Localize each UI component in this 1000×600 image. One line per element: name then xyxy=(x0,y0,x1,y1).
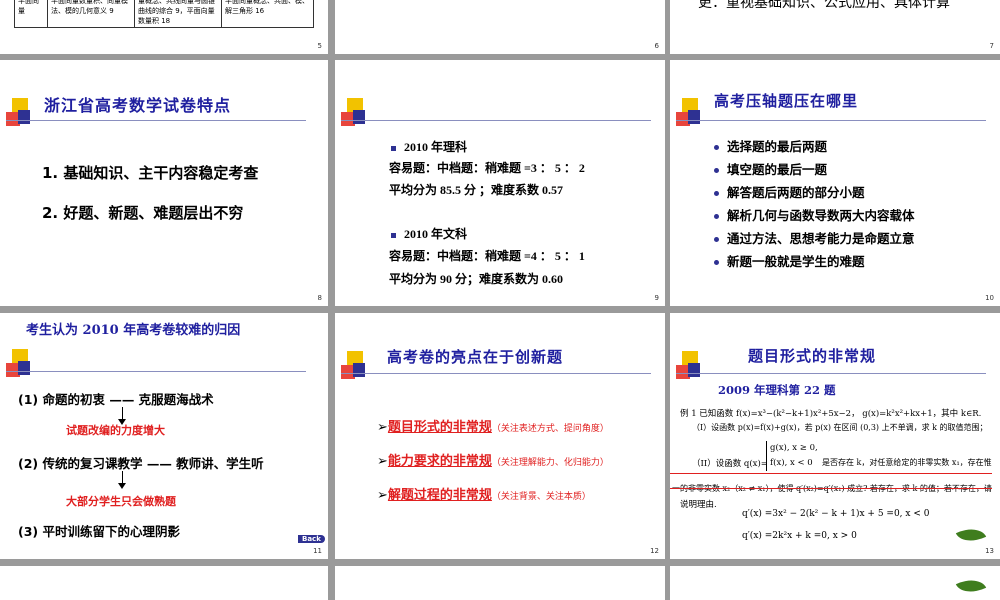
problem-line: g(x), x ≥ 0, f(x), x < 0 xyxy=(766,441,818,471)
bullet-icon xyxy=(391,232,396,238)
slide-number: 9 xyxy=(654,294,659,302)
problem-line: 例 1 已知函数 f(x)=x³−(k²−k+1)x²+5x−2， g(x)=k… xyxy=(680,409,982,419)
list-item: (1) 命题的初衷 —— 克服题海战术 xyxy=(18,392,214,407)
slide-title: 高考压轴题压在哪里 xyxy=(714,92,859,110)
slide-thumbnail-9[interactable]: 2010 年理科 容易题：中档题：稍难题 =3 ： 5 ： 2 平均分为 85.… xyxy=(335,60,665,306)
bullet-icon xyxy=(714,191,719,196)
slide-thumbnail-13[interactable]: 题目形式的非常规 2009 年理科第 22 题 例 1 已知函数 f(x)=x³… xyxy=(670,313,1000,559)
slide-title: 浙江省高考数学试卷特点 xyxy=(44,96,232,115)
down-arrow-icon xyxy=(118,471,126,489)
leaf-icon xyxy=(955,573,987,599)
list-item: 解答题后两题的部分小题 xyxy=(714,182,865,201)
slide-number: 10 xyxy=(985,294,994,302)
link-item[interactable]: ➢解题过程的非常规（关注背景、关注本质） xyxy=(377,484,591,503)
slide-number: 12 xyxy=(650,547,659,555)
link-item[interactable]: ➢题目形式的非常规（关注表述方式、提问角度） xyxy=(377,416,609,435)
slide-thumbnail-12[interactable]: 高考卷的亮点在于创新题 ➢题目形式的非常规（关注表述方式、提问角度） ➢能力要求… xyxy=(335,313,665,559)
slide-thumbnail-5[interactable]: 平面向量 平面向量数量积、向量模法、模的几何意义 9 量概念、共线向量与圆锥曲线… xyxy=(0,0,328,54)
link-item[interactable]: ➢能力要求的非常规（关注理解能力、化归能力） xyxy=(377,450,609,469)
table-cell: 量概念、共线向量与圆锥曲线的综合 9，平面向量数量积 18 xyxy=(134,0,222,28)
bullet-icon xyxy=(714,145,719,150)
slide-number: 8 xyxy=(317,294,322,302)
list-item: 通过方法、思想考能力是命题立意 xyxy=(714,228,915,247)
section-heading: 2010 年理科 xyxy=(391,138,467,155)
back-button[interactable]: Back xyxy=(298,535,325,543)
slide-number: 13 xyxy=(985,547,994,555)
table-cell: 平面向量概念、共面、模、解三角形 16 xyxy=(221,0,314,28)
underline-mark xyxy=(670,473,992,489)
leaf-icon xyxy=(955,522,987,548)
problem-line: （I）设函数 p(x)=f(x)+g(x)，若 p(x) 在区间 (0,3) 上… xyxy=(692,423,988,432)
slide-table: 平面向量 平面向量数量积、向量模法、模的几何意义 9 量概念、共线向量与圆锥曲线… xyxy=(14,0,314,28)
bullet-icon xyxy=(714,214,719,219)
table-row-header: 平面向量 xyxy=(14,0,48,28)
slide-title: 题目形式的非常规 xyxy=(748,347,877,365)
list-item: 2. 好题、新题、难题层出不穷 xyxy=(42,204,244,222)
text-line: 平均分为 90 分；难度系数为 0.60 xyxy=(389,272,564,286)
bullet-icon xyxy=(714,168,719,173)
slide-thumbnail-15[interactable] xyxy=(335,566,665,600)
slide-thumbnail-7[interactable]: 更：重视基础知识、公式应用、具体计算 7 xyxy=(670,0,1000,54)
equation-line: q′(x) =2k²x + k =0, x > 0 xyxy=(742,531,857,541)
table-cell: 平面向量数量积、向量模法、模的几何意义 9 xyxy=(47,0,135,28)
slide-thumbnail-8[interactable]: 浙江省高考数学试卷特点 1. 基础知识、主干内容稳定考查 2. 好题、新题、难题… xyxy=(0,60,328,306)
problem-line: 说明理由. xyxy=(680,500,717,510)
list-item: 填空题的最后一题 xyxy=(714,159,827,178)
slide-subtitle: 2009 年理科第 22 题 xyxy=(718,383,836,397)
slide-thumbnail-16[interactable] xyxy=(670,566,1000,600)
list-item: 1. 基础知识、主干内容稳定考查 xyxy=(42,164,259,182)
text-line: 平均分为 85.5 分 ；难度系数 0.57 xyxy=(389,183,564,197)
slide-number: 7 xyxy=(989,42,994,50)
list-item: 选择题的最后两题 xyxy=(714,136,827,155)
problem-line: 是否存在 k，对任意给定的非零实数 x₁，存在惟 xyxy=(822,458,992,467)
section-heading: 2010 年文科 xyxy=(391,225,467,242)
slide-number: 5 xyxy=(317,42,322,50)
equation-line: q′(x) =3x² − 2(k² − k + 1)x + 5 =0, x < … xyxy=(742,509,930,519)
down-arrow-icon xyxy=(118,407,126,425)
bullet-icon xyxy=(391,145,396,151)
slide-thumbnail-10[interactable]: 高考压轴题压在哪里 选择题的最后两题 填空题的最后一题 解答题后两题的部分小题 … xyxy=(670,60,1000,306)
highlight-text: 大部分学生只会做熟题 xyxy=(66,495,176,508)
list-item: 解析几何与函数导数两大内容载体 xyxy=(714,205,915,224)
slide-number: 11 xyxy=(313,547,322,555)
list-item: 新题一般就是学生的难题 xyxy=(714,251,865,270)
slide-logo xyxy=(341,98,651,128)
slide-thumbnail-11[interactable]: 考生认为 2010 年高考卷较难的归因 (1) 命题的初衷 —— 克服题海战术 … xyxy=(0,313,328,559)
bullet-icon xyxy=(714,237,719,242)
slide-text: 更：重视基础知识、公式应用、具体计算 xyxy=(698,0,950,11)
slide-title: 考生认为 2010 年高考卷较难的归因 xyxy=(26,323,241,338)
slide-number: 6 xyxy=(654,42,659,50)
list-item: (2) 传统的复习课教学 —— 教师讲、学生听 xyxy=(18,456,264,471)
slide-logo xyxy=(6,349,306,379)
slide-title: 高考卷的亮点在于创新题 xyxy=(387,348,564,366)
text-line: 容易题：中档题：稍难题 =3 ： 5 ： 2 xyxy=(389,161,585,175)
highlight-text: 试题改编的力度增大 xyxy=(66,424,165,437)
bullet-icon xyxy=(714,260,719,265)
list-item: (3) 平时训练留下的心理阴影 xyxy=(18,524,180,539)
slide-thumbnail-14[interactable] xyxy=(0,566,328,600)
slide-thumbnail-6[interactable]: 6 xyxy=(335,0,665,54)
problem-line: （II）设函数 q(x)= xyxy=(692,459,768,469)
text-line: 容易题：中档题：稍难题 =4 ： 5 ： 1 xyxy=(389,249,585,263)
